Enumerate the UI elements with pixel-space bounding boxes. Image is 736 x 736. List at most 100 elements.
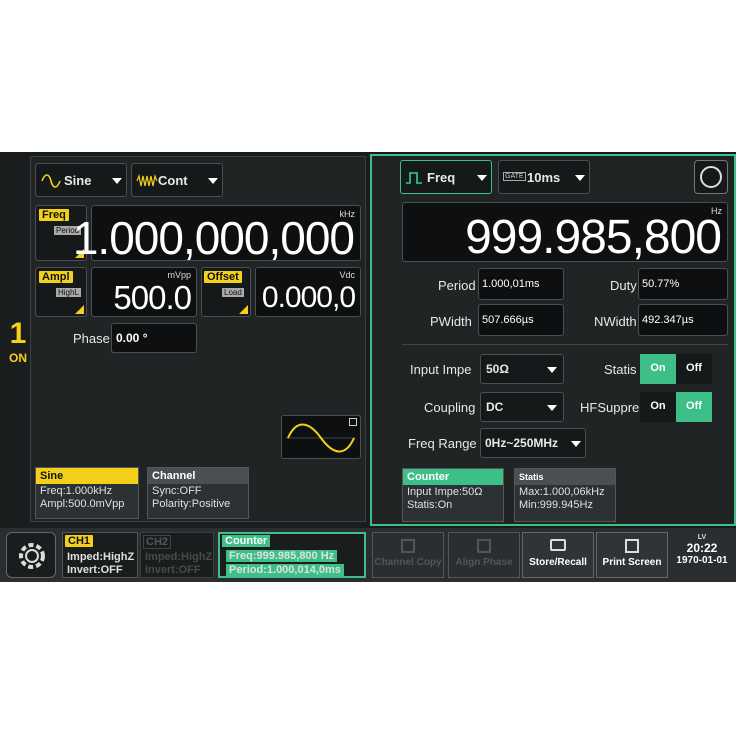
- counter-panel: Freq GATE 10ms Hz 999.985,800 Period 1.0…: [370, 154, 736, 526]
- coupling-select[interactable]: DC: [480, 392, 564, 422]
- load-sub-label: Load: [222, 288, 244, 297]
- offset-param-button[interactable]: Offset Load: [201, 267, 251, 317]
- nwidth-value-display: 492.347µs: [638, 304, 728, 336]
- counter-info-card[interactable]: Counter Input Impe:50Ω Statis:On: [402, 468, 504, 522]
- sine-info-ampl: Ampl:500.0mVpp: [40, 498, 125, 510]
- sine-info-title: Sine: [36, 468, 138, 484]
- chevron-down-icon: [477, 175, 487, 181]
- duty-value: 50.77%: [642, 278, 680, 290]
- counter-status-freq: Freq:999.985,800 Hz: [226, 550, 338, 562]
- statis-info-max: Max:1.000,06kHz: [519, 486, 605, 498]
- hf-on-button[interactable]: On: [640, 392, 676, 422]
- counter-value: 999.985,800: [465, 211, 722, 264]
- burst-wave-icon: [136, 174, 158, 187]
- channel-info-title: Channel: [148, 468, 248, 484]
- waveform-value: Sine: [64, 173, 92, 188]
- home-menu-button[interactable]: [6, 532, 56, 578]
- hfsuppre-label: HFSuppre: [580, 400, 640, 415]
- waveform-select[interactable]: Sine: [35, 163, 127, 197]
- mode-value: Cont: [158, 173, 188, 188]
- clock-date: 1970-01-01: [676, 555, 728, 566]
- expand-icon: [349, 418, 357, 426]
- chevron-down-icon: [547, 405, 557, 411]
- align-icon: [477, 539, 491, 553]
- coupling-value: DC: [486, 400, 504, 414]
- divider: [402, 344, 728, 345]
- input-impe-label: Input Impe: [410, 362, 472, 377]
- nwidth-label: NWidth: [594, 314, 637, 329]
- ampl-value-display[interactable]: mVpp 500.0: [91, 267, 197, 317]
- align-phase-button[interactable]: Align Phase: [448, 532, 520, 578]
- folder-icon: [550, 539, 566, 551]
- sine-preview-icon: [286, 423, 356, 453]
- channel-info-sync: Sync:OFF: [152, 485, 202, 497]
- highl-sub-label: HighL: [56, 288, 81, 297]
- duty-value-display: 50.77%: [638, 268, 728, 300]
- ch2-status-card[interactable]: CH2 Imped:HighZ Invert:OFF: [140, 532, 214, 578]
- input-impe-select[interactable]: 50Ω: [480, 354, 564, 384]
- input-impe-value: 50Ω: [486, 362, 509, 376]
- sine-info-freq: Freq:1.000kHz: [40, 485, 113, 497]
- gate-value: 10ms: [527, 170, 561, 185]
- hf-off-button[interactable]: Off: [676, 392, 712, 422]
- freq-label: Freq: [39, 209, 69, 221]
- offset-value-display[interactable]: Vdc 0.000,0: [255, 267, 361, 317]
- print-icon: [625, 539, 639, 553]
- counter-value-display[interactable]: Hz 999.985,800: [402, 202, 728, 262]
- print-screen-label: Print Screen: [602, 557, 662, 568]
- ch2-status-imped: Imped:HighZ: [145, 551, 213, 563]
- ampl-value: 500.0: [113, 279, 192, 316]
- statis-off-button[interactable]: Off: [676, 354, 712, 384]
- store-recall-button[interactable]: Store/Recall: [522, 532, 594, 578]
- statis-info-title: Statis: [515, 469, 615, 485]
- period-label: Period: [438, 278, 476, 293]
- sine-icon: [41, 174, 61, 188]
- gate-select[interactable]: GATE 10ms: [498, 160, 590, 194]
- measure-value: Freq: [427, 170, 456, 185]
- phase-label: Phase: [73, 331, 110, 346]
- counter-info-title: Counter: [403, 469, 503, 485]
- freq-range-label: Freq Range: [408, 436, 477, 451]
- counter-info-input: Input Impe:50Ω: [407, 486, 483, 498]
- statis-info-min: Min:999.945Hz: [519, 499, 593, 511]
- measure-select[interactable]: Freq: [400, 160, 492, 194]
- chevron-down-icon: [547, 367, 557, 373]
- copy-icon: [401, 539, 415, 553]
- channel-copy-button[interactable]: Channel Copy: [372, 532, 444, 578]
- period-value-display: 1.000,01ms: [478, 268, 564, 300]
- freq-range-value: 0Hz~250MHz: [485, 436, 559, 450]
- clock-time: 20:22: [686, 541, 718, 555]
- ch1-indicator[interactable]: 1 ON: [4, 317, 32, 377]
- coupling-label: Coupling: [424, 400, 476, 415]
- waveform-preview[interactable]: [281, 415, 361, 459]
- ch2-status-invert: Invert:OFF: [145, 564, 201, 576]
- single-trigger-icon[interactable]: [694, 160, 728, 194]
- counter-info-statis: Statis:On: [407, 499, 453, 511]
- chevron-down-icon: [112, 178, 122, 184]
- counter-status-title: Counter: [222, 535, 271, 547]
- ch1-status-card[interactable]: CH1 Imped:HighZ Invert:OFF: [62, 532, 138, 578]
- offset-label: Offset: [204, 271, 242, 283]
- pulse-icon: [406, 172, 422, 184]
- statis-info-card[interactable]: Statis Max:1.000,06kHz Min:999.945Hz: [514, 468, 616, 522]
- offset-value: 0.000,0: [261, 281, 356, 314]
- mode-select[interactable]: Cont: [131, 163, 223, 197]
- channel-info-card[interactable]: Channel Sync:OFF Polarity:Positive: [147, 467, 249, 519]
- lan-status-icon: LV: [697, 534, 707, 541]
- freq-value-display[interactable]: kHz 1.000,000,000: [73, 205, 361, 261]
- instrument-screen: 1 ON Sine Cont Freq Period kHz 1.000,000…: [0, 152, 736, 582]
- ch1-status-invert: Invert:OFF: [67, 564, 123, 576]
- counter-status-card[interactable]: Counter Freq:999.985,800 Hz Period:1.000…: [218, 532, 366, 578]
- chevron-down-icon: [571, 441, 581, 447]
- corner-indicator-icon: [75, 305, 84, 314]
- freq-range-select[interactable]: 0Hz~250MHz: [480, 428, 586, 458]
- statis-on-button[interactable]: On: [640, 354, 676, 384]
- gear-icon: [19, 543, 45, 569]
- phase-value-display[interactable]: 0.00 °: [111, 323, 197, 353]
- offset-unit: Vdc: [339, 270, 355, 280]
- counter-status-period: Period:1.000,014,0ms: [226, 564, 344, 576]
- ampl-param-button[interactable]: Ampl HighL: [35, 267, 87, 317]
- sine-info-card[interactable]: Sine Freq:1.000kHz Ampl:500.0mVpp: [35, 467, 139, 519]
- print-screen-button[interactable]: Print Screen: [596, 532, 668, 578]
- pwidth-value: 507.666µs: [482, 314, 534, 326]
